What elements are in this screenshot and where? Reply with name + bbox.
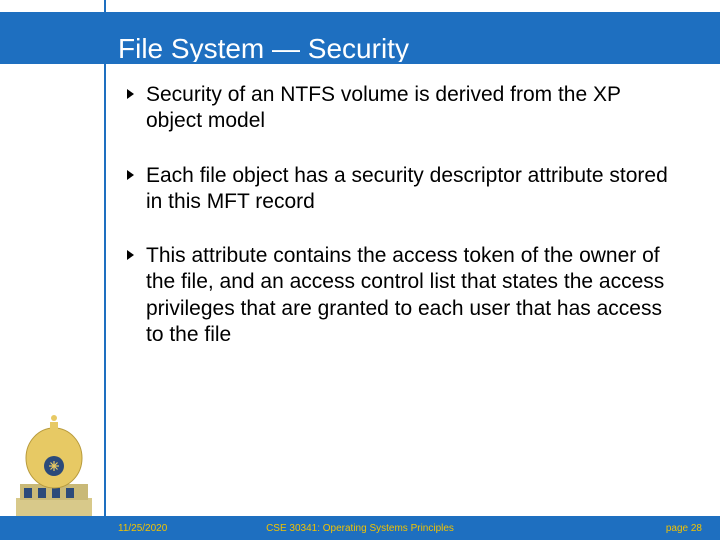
chevron-right-icon: [126, 250, 138, 262]
horizontal-divider: [0, 62, 720, 64]
chevron-right-icon: [126, 89, 138, 101]
title-bar: File System — Security: [0, 12, 720, 62]
list-item: Each file object has a security descript…: [126, 163, 680, 216]
footer-course: CSE 30341: Operating Systems Principles: [266, 523, 454, 534]
dome-logo: [6, 388, 102, 518]
bullet-text: Each file object has a security descript…: [146, 163, 680, 216]
list-item: This attribute contains the access token…: [126, 243, 680, 348]
footer-bar: 11/25/2020 CSE 30341: Operating Systems …: [0, 516, 720, 540]
slide: File System — Security Security of an NT…: [0, 0, 720, 540]
list-item: Security of an NTFS volume is derived fr…: [126, 82, 680, 135]
bullet-text: Security of an NTFS volume is derived fr…: [146, 82, 680, 135]
content-area: Security of an NTFS volume is derived fr…: [126, 82, 680, 376]
footer-page: page 28: [666, 523, 702, 534]
bullet-text: This attribute contains the access token…: [146, 243, 680, 348]
vertical-divider: [104, 0, 106, 540]
chevron-right-icon: [126, 170, 138, 182]
slide-title: File System — Security: [118, 33, 409, 65]
footer-date: 11/25/2020: [118, 523, 167, 534]
